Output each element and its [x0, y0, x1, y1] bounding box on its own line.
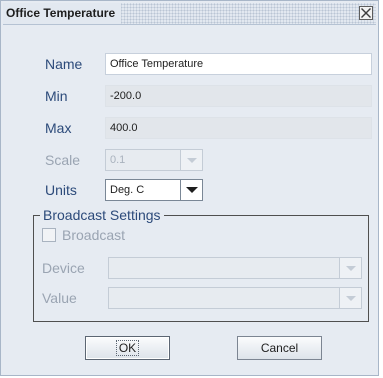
value-dropdown-arrow [339, 288, 361, 308]
value-label: Value [42, 290, 77, 306]
units-label: Units [45, 182, 77, 198]
chevron-down-icon [187, 158, 197, 163]
units-dropdown[interactable]: Deg. C [105, 179, 203, 201]
chevron-down-icon [186, 187, 198, 193]
units-dropdown-arrow[interactable] [180, 180, 202, 200]
broadcast-checkbox[interactable] [42, 228, 56, 242]
min-field: -200.0 [105, 85, 372, 107]
ok-button-label: OK [115, 340, 140, 356]
device-dropdown-arrow [339, 258, 361, 278]
dialog-window: Office Temperature Name Office Temperatu… [0, 0, 379, 376]
broadcast-settings-group: Broadcast Settings Broadcast Device Valu… [33, 207, 369, 322]
scale-dropdown-arrow [180, 150, 202, 170]
value-dropdown [108, 287, 362, 309]
broadcast-settings-title: Broadcast Settings [40, 207, 164, 223]
name-label: Name [45, 56, 83, 72]
window-title: Office Temperature [3, 3, 122, 24]
max-field: 400.0 [105, 117, 372, 139]
title-bar[interactable]: Office Temperature [3, 3, 376, 25]
device-dropdown [108, 257, 362, 279]
max-label: Max [45, 120, 72, 136]
close-icon [361, 8, 371, 18]
chevron-down-icon [346, 266, 356, 271]
scale-label: Scale [45, 152, 81, 168]
scale-dropdown: 0.1 [105, 149, 203, 171]
scale-value: 0.1 [110, 154, 126, 166]
ok-button[interactable]: OK [85, 336, 170, 360]
broadcast-checkbox-label: Broadcast [62, 227, 126, 243]
name-input[interactable]: Office Temperature [105, 53, 372, 75]
chevron-down-icon [346, 296, 356, 301]
close-button[interactable] [359, 6, 373, 20]
min-label: Min [45, 88, 68, 104]
units-value: Deg. C [110, 184, 145, 196]
cancel-button[interactable]: Cancel [237, 336, 322, 360]
device-label: Device [42, 260, 85, 276]
